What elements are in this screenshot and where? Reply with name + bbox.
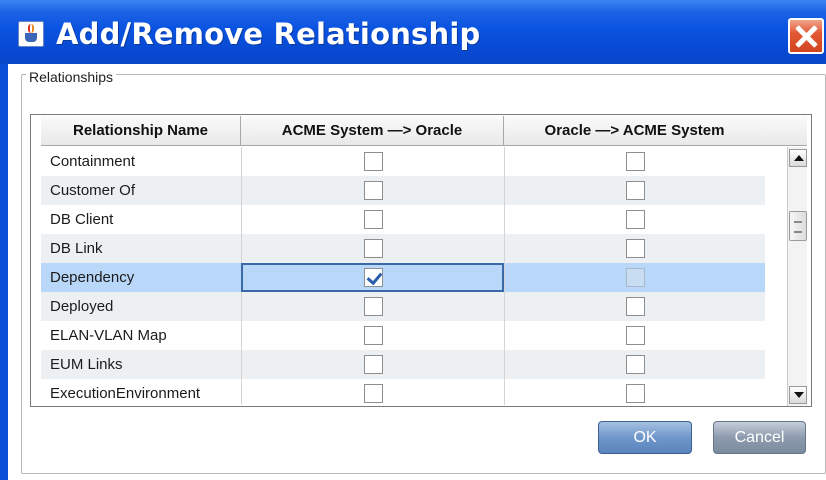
acme-to-oracle-checkbox[interactable] xyxy=(363,326,383,345)
group-label: Relationships xyxy=(26,69,117,85)
window-title: Add/Remove Relationship xyxy=(56,17,481,51)
relationship-name-cell: DB Client xyxy=(50,211,114,228)
acme-to-oracle-cell xyxy=(241,176,504,205)
vertical-scrollbar[interactable] xyxy=(787,147,807,406)
acme-to-oracle-cell xyxy=(241,147,504,176)
acme-to-oracle-checkbox[interactable] xyxy=(363,384,383,403)
column-header-oracle-to-acme[interactable]: Oracle —> ACME System xyxy=(504,116,765,145)
scroll-up-icon[interactable] xyxy=(789,149,807,167)
table-row[interactable]: EUM Links xyxy=(41,350,765,379)
table-body: Containment Customer Of DB Client DB Link De… xyxy=(41,147,765,405)
oracle-to-acme-cell xyxy=(504,205,765,234)
table-row[interactable]: DB Client xyxy=(41,205,765,234)
oracle-to-acme-checkbox[interactable] xyxy=(625,181,645,200)
table-row[interactable]: Customer Of xyxy=(41,176,765,205)
acme-to-oracle-checkbox[interactable] xyxy=(363,152,383,171)
oracle-to-acme-cell xyxy=(504,350,765,379)
cancel-button[interactable]: Cancel xyxy=(713,421,806,454)
table-row[interactable]: Containment xyxy=(41,147,765,176)
acme-to-oracle-checkbox[interactable] xyxy=(363,239,383,258)
table-row[interactable]: Deployed xyxy=(41,292,765,321)
table-row[interactable]: ExecutionEnvironment xyxy=(41,379,765,405)
dialog-window: Add/Remove Relationship Relationships Re… xyxy=(0,0,826,480)
ok-button[interactable]: OK xyxy=(598,421,692,454)
acme-to-oracle-cell xyxy=(241,205,504,234)
oracle-to-acme-cell xyxy=(504,176,765,205)
acme-to-oracle-checkbox[interactable] xyxy=(363,355,383,374)
oracle-to-acme-checkbox[interactable] xyxy=(625,268,645,287)
acme-to-oracle-checkbox[interactable] xyxy=(363,268,383,287)
acme-to-oracle-checkbox[interactable] xyxy=(363,297,383,316)
relationship-name-cell: ELAN-VLAN Map xyxy=(50,327,167,344)
relationship-name-cell: Containment xyxy=(50,153,136,170)
oracle-to-acme-cell xyxy=(504,234,765,263)
oracle-to-acme-checkbox[interactable] xyxy=(625,152,645,171)
relationship-name-cell: DB Link xyxy=(50,240,103,257)
oracle-to-acme-checkbox[interactable] xyxy=(625,297,645,316)
scroll-thumb[interactable] xyxy=(789,211,807,241)
relationship-name-cell: ExecutionEnvironment xyxy=(50,385,201,402)
acme-to-oracle-cell xyxy=(241,234,504,263)
acme-to-oracle-cell xyxy=(241,321,504,350)
oracle-to-acme-checkbox[interactable] xyxy=(625,384,645,403)
acme-to-oracle-cell xyxy=(241,292,504,321)
relationship-name-cell: Customer Of xyxy=(50,182,136,199)
column-header-relationship-name[interactable]: Relationship Name xyxy=(41,116,241,145)
acme-to-oracle-cell xyxy=(241,263,504,292)
acme-to-oracle-checkbox[interactable] xyxy=(363,181,383,200)
java-cup-icon xyxy=(18,21,44,47)
scroll-down-icon[interactable] xyxy=(789,386,807,404)
table-row[interactable]: Dependency xyxy=(41,263,765,292)
oracle-to-acme-cell xyxy=(504,292,765,321)
relationship-name-cell: EUM Links xyxy=(50,356,123,373)
oracle-to-acme-checkbox[interactable] xyxy=(625,355,645,374)
relationship-name-cell: Dependency xyxy=(50,269,135,286)
acme-to-oracle-cell xyxy=(241,350,504,379)
relationships-table: Relationship Name ACME System —> Oracle … xyxy=(30,114,812,407)
table-header: Relationship Name ACME System —> Oracle … xyxy=(41,116,807,146)
column-header-acme-to-oracle[interactable]: ACME System —> Oracle xyxy=(241,116,504,145)
dialog-content: Relationships Relationship Name ACME Sys… xyxy=(8,64,826,480)
acme-to-oracle-checkbox[interactable] xyxy=(363,210,383,229)
oracle-to-acme-cell xyxy=(504,379,765,405)
oracle-to-acme-checkbox[interactable] xyxy=(625,239,645,258)
close-icon[interactable] xyxy=(788,18,824,54)
oracle-to-acme-cell xyxy=(504,147,765,176)
title-bar[interactable]: Add/Remove Relationship xyxy=(0,0,826,64)
relationship-name-cell: Deployed xyxy=(50,298,114,315)
table-row[interactable]: DB Link xyxy=(41,234,765,263)
acme-to-oracle-cell xyxy=(241,379,504,405)
oracle-to-acme-cell xyxy=(504,263,765,292)
oracle-to-acme-checkbox[interactable] xyxy=(625,326,645,345)
oracle-to-acme-cell xyxy=(504,321,765,350)
table-row[interactable]: ELAN-VLAN Map xyxy=(41,321,765,350)
oracle-to-acme-checkbox[interactable] xyxy=(625,210,645,229)
